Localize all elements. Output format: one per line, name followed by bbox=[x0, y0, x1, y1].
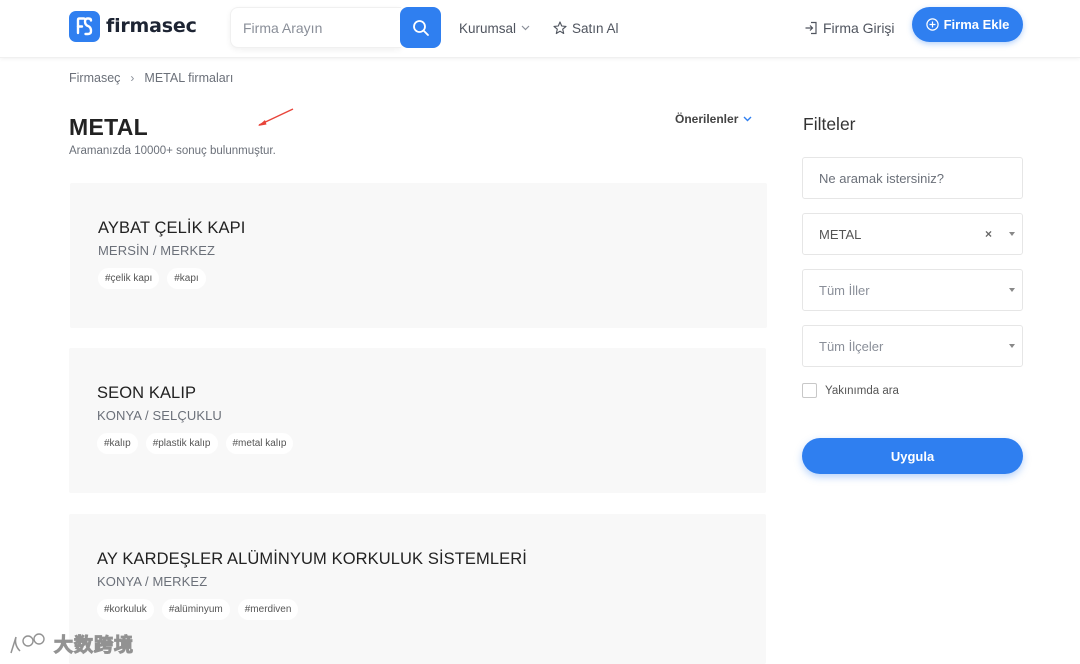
sector-select[interactable]: METAL × bbox=[802, 213, 1023, 255]
result-card[interactable]: AY KARDEŞLER ALÜMİNYUM KORKULUK SİSTEMLE… bbox=[69, 514, 766, 664]
watermark-logo-icon bbox=[10, 632, 45, 653]
caret-down-icon bbox=[1009, 232, 1015, 236]
city-placeholder: Tüm İller bbox=[819, 282, 870, 298]
sector-value: METAL bbox=[819, 226, 862, 242]
tag[interactable]: #metal kalıp bbox=[225, 433, 294, 454]
nearby-toggle[interactable]: Yakınımda ara bbox=[802, 383, 899, 398]
company-name[interactable]: AYBAT ÇELİK KAPI bbox=[98, 219, 245, 238]
tag[interactable]: #kalıp bbox=[97, 433, 138, 454]
nav-firma-girisi-label: Firma Girişi bbox=[823, 20, 895, 36]
tag-list: #çelik kapı #kapı bbox=[98, 268, 206, 289]
apply-button[interactable]: Uygula bbox=[802, 438, 1023, 474]
clear-selection-icon[interactable]: × bbox=[985, 227, 992, 241]
tag[interactable]: #merdiven bbox=[237, 599, 299, 620]
district-placeholder: Tüm İlçeler bbox=[819, 338, 884, 354]
nearby-checkbox[interactable] bbox=[802, 383, 817, 398]
tag-list: #korkuluk #alüminyum #merdiven bbox=[97, 599, 299, 620]
company-name[interactable]: SEON KALIP bbox=[97, 384, 196, 403]
nav-kurumsal-label: Kurumsal bbox=[459, 20, 517, 36]
chevron-down-icon bbox=[743, 116, 752, 122]
brand-name: firmasec bbox=[106, 15, 197, 37]
firma-ekle-button[interactable]: Firma Ekle bbox=[912, 7, 1023, 42]
tag[interactable]: #çelik kapı bbox=[98, 268, 160, 289]
search-button[interactable] bbox=[400, 7, 441, 48]
search-icon bbox=[412, 19, 429, 36]
breadcrumb-current: METAL firmaları bbox=[144, 71, 234, 85]
tag[interactable]: #plastik kalıp bbox=[145, 433, 218, 454]
caret-down-icon bbox=[1009, 344, 1015, 348]
watermark: 大数跨境 bbox=[8, 630, 134, 657]
header-search bbox=[230, 7, 442, 48]
tag[interactable]: #alüminyum bbox=[161, 599, 230, 620]
firma-ekle-label: Firma Ekle bbox=[943, 17, 1010, 32]
tag[interactable]: #korkuluk bbox=[97, 599, 154, 620]
company-location: MERSİN / MERKEZ bbox=[98, 243, 216, 258]
login-icon bbox=[805, 21, 817, 35]
result-card[interactable]: SEON KALIP KONYA / SELÇUKLU #kalıp #plas… bbox=[69, 348, 766, 493]
plus-circle-icon bbox=[925, 18, 939, 31]
fs-logo-icon bbox=[69, 10, 100, 42]
company-location: KONYA / SELÇUKLU bbox=[97, 408, 222, 423]
city-select[interactable]: Tüm İller bbox=[802, 269, 1023, 311]
tag[interactable]: #kapı bbox=[167, 268, 206, 289]
nav-satin-al-label: Satın Al bbox=[572, 20, 619, 36]
company-name[interactable]: AY KARDEŞLER ALÜMİNYUM KORKULUK SİSTEMLE… bbox=[97, 550, 527, 569]
page-title: METAL bbox=[69, 114, 149, 140]
brand-logo[interactable]: firmasec bbox=[69, 10, 197, 42]
nav-satin-al[interactable]: Satın Al bbox=[553, 19, 619, 37]
breadcrumb-home[interactable]: Firmaseç bbox=[69, 71, 120, 85]
sort-dropdown[interactable]: Önerilenler bbox=[675, 112, 752, 126]
filters-title: Filteler bbox=[803, 114, 856, 134]
breadcrumb-separator: › bbox=[130, 71, 135, 85]
nearby-label: Yakınımda ara bbox=[825, 384, 899, 397]
district-select[interactable]: Tüm İlçeler bbox=[802, 325, 1023, 367]
nav-firma-girisi[interactable]: Firma Girişi bbox=[804, 19, 895, 37]
annotation-arrow-icon bbox=[258, 108, 294, 126]
sort-label: Önerilenler bbox=[675, 112, 739, 126]
tag-list: #kalıp #plastik kalıp #metal kalıp bbox=[97, 433, 294, 454]
chevron-down-icon bbox=[521, 25, 530, 31]
top-navbar: firmasec Kurumsal Satın Al Firma Girişi bbox=[0, 0, 1080, 58]
nav-kurumsal[interactable]: Kurumsal bbox=[459, 19, 530, 37]
watermark-text: 大数跨境 bbox=[53, 634, 135, 657]
breadcrumb: Firmaseç › METAL firmaları bbox=[69, 70, 233, 86]
result-count: Aramanızda 10000+ sonuç bulunmuştur. bbox=[69, 145, 276, 157]
company-location: KONYA / MERKEZ bbox=[97, 574, 208, 589]
caret-down-icon bbox=[1009, 288, 1015, 292]
result-card[interactable]: AYBAT ÇELİK KAPI MERSİN / MERKEZ #çelik … bbox=[70, 183, 767, 328]
keyword-input[interactable] bbox=[802, 157, 1023, 199]
star-icon bbox=[553, 21, 567, 35]
search-input[interactable] bbox=[230, 7, 401, 48]
